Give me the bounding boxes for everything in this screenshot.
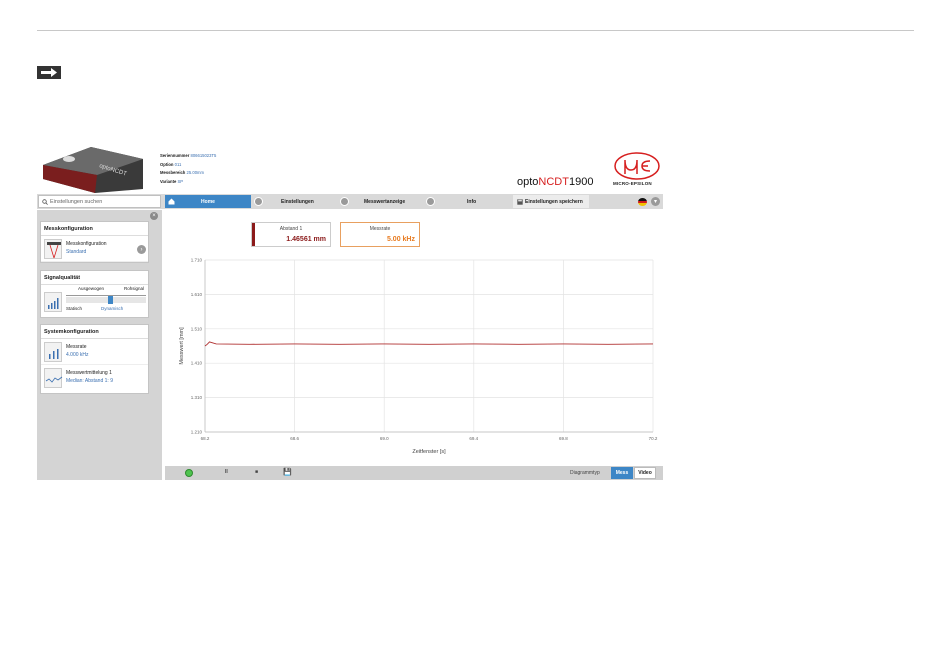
y-tick-label: 1.210 (191, 430, 203, 435)
info-label: Seriennummer (160, 153, 190, 158)
x-tick-label: 69.0 (380, 436, 389, 441)
german-flag-icon[interactable] (638, 198, 647, 206)
slider-bar (66, 297, 146, 303)
slider-label-dynamisch: Dynamisch (101, 306, 124, 311)
brand-suffix: 1900 (568, 176, 594, 188)
header: optoNCDT Seriennummer 806615023T5 Option… (37, 143, 663, 193)
info-value: 011 (174, 161, 182, 167)
y-tick-label: 1.410 (191, 361, 203, 366)
info-value: SP (177, 178, 184, 184)
value-card-messrate: Messrate 5.00 kHz (340, 222, 420, 247)
display-icon (340, 197, 349, 206)
slider-label-ausgewogen: Ausgewogen (78, 286, 105, 291)
chevron-down-icon[interactable]: ▾ (651, 197, 660, 206)
chart-toolbar: II ■ 💾 Diagrammtyp Mess Video (165, 466, 663, 480)
save-chart-button[interactable]: 💾 (283, 468, 292, 476)
row-value: Standard (66, 249, 87, 255)
panel-title: Systemkonfiguration (41, 325, 148, 339)
measurement-chart: 1.710 1.610 1.510 1.410 1.310 1.21068.2 68.6 69… (179, 258, 658, 456)
row-label: Messkonfiguration (66, 241, 107, 247)
y-tick-label: 1.310 (191, 395, 203, 400)
play-button[interactable] (185, 469, 193, 477)
toggle-video[interactable]: Video (634, 467, 656, 479)
x-tick-label: 68.6 (290, 436, 299, 441)
sensor-image: optoNCDT (39, 145, 147, 193)
brand-red: NCDT (538, 176, 569, 188)
signal-slider[interactable]: Ausgewogen Rohsignal Statisch Dynamisch (41, 285, 148, 319)
main-content: Abstand 1 1.46561 mm Messrate 5.00 kHz 1… (163, 210, 663, 466)
card-label: Messrate (369, 226, 391, 232)
info-value: 25.00mm (186, 170, 205, 175)
save-icon (517, 198, 523, 205)
value-card-abstand: Abstand 1 1.46561 mm (251, 222, 331, 247)
list-item[interactable]: Messrate 4.000 kHz (41, 339, 148, 365)
config-thumbnail (44, 239, 62, 259)
panel-systemkonfiguration: Systemkonfiguration Messrate 4.000 kHz M… (40, 324, 149, 394)
messrate-thumbnail (44, 342, 62, 362)
logo-text: MICRO-EPSILON (613, 181, 652, 186)
panel-title: Messkonfiguration (41, 222, 148, 236)
panel-signalqualitaet: Signalqualität Ausgewogen Rohsignal Stat… (40, 270, 149, 318)
x-tick-label: 70.2 (649, 436, 658, 441)
tab-settings[interactable]: Einstellungen (281, 195, 314, 208)
series-line (204, 341, 654, 347)
list-item[interactable]: Messwertmittelung 1 Median: Abstand 1: 9 (41, 365, 148, 391)
device-info: Seriennummer 806615023T5 Option 011 Mess… (160, 152, 216, 186)
search-placeholder: Einstellungen suchen (50, 198, 103, 205)
arrow-right-icon (37, 66, 61, 79)
card-value: 1.46561 mm (286, 236, 326, 243)
search-icon (42, 198, 48, 205)
sidebar: × Messkonfiguration Messkonfiguration St… (37, 210, 162, 480)
averaging-thumbnail (44, 368, 63, 388)
slider-track (66, 295, 146, 296)
brand-prefix: opto (517, 176, 539, 188)
y-tick-label: 1.710 (191, 258, 203, 263)
signal-thumbnail (44, 292, 62, 312)
y-axis-label: Messwert [mm] (179, 327, 185, 365)
tab-info[interactable]: Info (467, 195, 476, 208)
list-item[interactable]: Messkonfiguration Standard › (41, 236, 148, 262)
info-value: 806615023T5 (190, 153, 217, 158)
x-tick-label: 68.2 (201, 436, 210, 441)
panel-messkonfiguration: Messkonfiguration Messkonfiguration Stan… (40, 221, 149, 263)
slider-label-statisch: Statisch (66, 306, 83, 311)
stop-button[interactable]: ■ (255, 469, 258, 475)
row-value: 4.000 kHz (66, 352, 89, 358)
toggle-mess[interactable]: Mess (611, 467, 633, 479)
product-brand: optoNCDT1900 (517, 176, 593, 188)
save-settings-label: Einstellungen speichern (525, 198, 583, 205)
search-input[interactable]: Einstellungen suchen (38, 195, 161, 208)
diagram-type-label: Diagrammtyp (570, 470, 600, 476)
row-label: Messrate (66, 344, 87, 350)
y-tick-label: 1.510 (191, 326, 203, 331)
top-rule (37, 30, 914, 31)
y-tick-label: 1.610 (191, 292, 203, 297)
card-label: Abstand 1 (279, 226, 303, 232)
card-value: 5.00 kHz (386, 236, 415, 243)
x-tick-label: 69.4 (469, 436, 478, 441)
tab-display[interactable]: Messwertanzeige (364, 195, 405, 208)
panel-title: Signalqualität (41, 271, 148, 285)
row-label: Messwertmittelung 1 (66, 370, 112, 376)
chevron-right-icon[interactable]: › (137, 245, 146, 254)
info-label: Messbereich (160, 170, 186, 175)
info-label: Option (160, 161, 174, 167)
info-label: Variante (160, 178, 177, 184)
tab-home[interactable]: Home (165, 195, 251, 208)
x-tick-label: 69.8 (559, 436, 568, 441)
save-settings-button[interactable]: Einstellungen speichern (513, 195, 589, 208)
home-icon (168, 198, 175, 205)
settings-icon (254, 197, 263, 206)
x-axis-label: Zeitfenster [s] (412, 449, 446, 455)
tab-home-label: Home (201, 198, 215, 205)
info-icon (426, 197, 435, 206)
web-interface-screenshot: optoNCDT Seriennummer 806615023T5 Option… (37, 143, 663, 480)
nav-bar: Einstellungen suchen Home Einstellungen … (37, 194, 663, 209)
row-value: Median: Abstand 1: 9 (66, 378, 113, 384)
pause-button[interactable]: II (225, 469, 228, 475)
slider-label-rohsignal: Rohsignal (124, 286, 145, 291)
slider-handle[interactable] (108, 296, 113, 304)
close-icon[interactable]: × (150, 212, 158, 220)
